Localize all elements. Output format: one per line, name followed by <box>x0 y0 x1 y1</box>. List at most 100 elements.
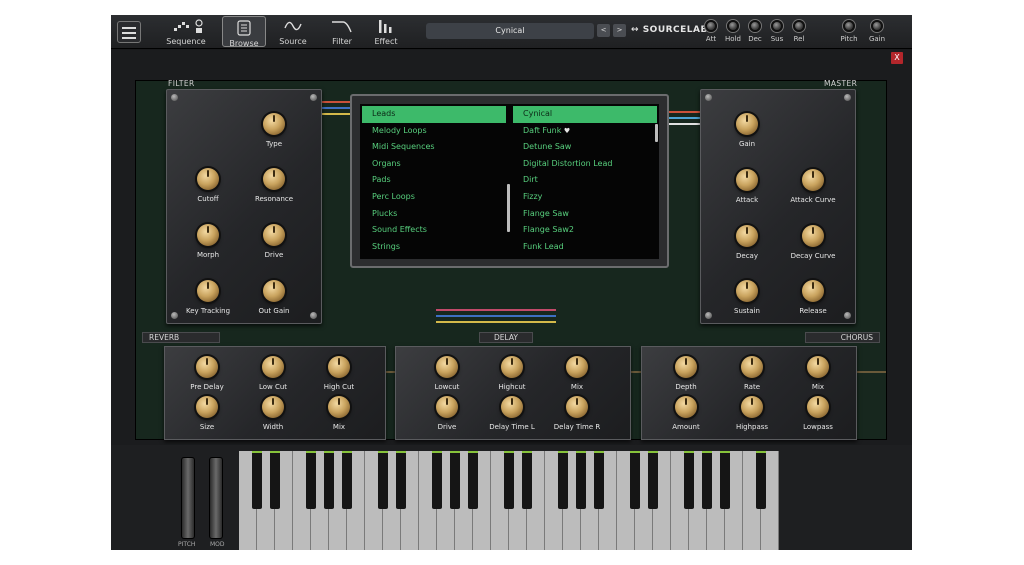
black-key[interactable] <box>396 451 406 509</box>
hold-mini-knob[interactable]: Hold <box>722 20 744 43</box>
black-key[interactable] <box>378 451 388 509</box>
chorus-mix-knob[interactable]: Mix <box>788 356 848 391</box>
category-item[interactable]: Sound Effects <box>362 222 506 239</box>
decay-knob[interactable]: Decay <box>717 225 777 260</box>
tab-effect[interactable]: Effect <box>366 15 406 49</box>
delay-lowcut-knob[interactable]: Lowcut <box>417 356 477 391</box>
black-key[interactable] <box>432 451 442 509</box>
preset-item-cynical[interactable]: Cynical <box>513 106 657 123</box>
knob-dial <box>807 396 829 418</box>
close-button[interactable]: X <box>891 52 903 64</box>
black-key[interactable] <box>504 451 514 509</box>
black-key[interactable] <box>756 451 766 509</box>
sustain-mini-knob[interactable]: Sus <box>766 20 788 43</box>
black-key[interactable] <box>270 451 280 509</box>
black-key[interactable] <box>342 451 352 509</box>
morph-knob[interactable]: Morph <box>178 224 238 259</box>
category-item[interactable]: Midi Sequences <box>362 139 506 156</box>
high-cut-knob[interactable]: High Cut <box>309 356 369 391</box>
black-key[interactable] <box>702 451 712 509</box>
low-cut-knob[interactable]: Low Cut <box>243 356 303 391</box>
black-key[interactable] <box>594 451 604 509</box>
black-key[interactable] <box>324 451 334 509</box>
attack-mini-knob[interactable]: Att <box>700 20 722 43</box>
tab-sequence[interactable]: Sequence <box>163 15 209 49</box>
release-knob[interactable]: Release <box>783 280 843 315</box>
resonance-knob[interactable]: Resonance <box>244 168 304 203</box>
preset-item[interactable]: Dirt <box>513 172 657 189</box>
rate-knob[interactable]: Rate <box>722 356 782 391</box>
preset-item[interactable]: Funk Lead <box>513 239 657 256</box>
category-item[interactable]: Pads <box>362 172 506 189</box>
black-key[interactable] <box>468 451 478 509</box>
attack-curve-knob[interactable]: Attack Curve <box>783 169 843 204</box>
prev-preset-button[interactable]: < <box>597 24 610 37</box>
category-item[interactable]: Strings <box>362 239 506 256</box>
decay-mini-knob[interactable]: Dec <box>744 20 766 43</box>
category-list: Leads Melody Loops Midi Sequences Organs… <box>362 106 506 255</box>
release-mini-knob[interactable]: Rel <box>788 20 810 43</box>
width-knob[interactable]: Width <box>243 396 303 431</box>
category-item[interactable]: Organs <box>362 156 506 173</box>
knob-label: Sustain <box>734 307 760 315</box>
next-preset-button[interactable]: > <box>613 24 626 37</box>
preset-scrollbar[interactable] <box>655 124 658 142</box>
amount-knob[interactable]: Amount <box>656 396 716 431</box>
sustain-knob[interactable]: Sustain <box>717 280 777 315</box>
tab-source-label: Source <box>279 37 307 46</box>
black-key[interactable] <box>306 451 316 509</box>
black-key[interactable] <box>522 451 532 509</box>
highpass-knob[interactable]: Highpass <box>722 396 782 431</box>
reverb-mix-knob[interactable]: Mix <box>309 396 369 431</box>
hamburger-menu-button[interactable] <box>117 21 141 43</box>
tab-filter[interactable]: Filter <box>322 15 362 49</box>
knob-label: Key Tracking <box>185 307 231 315</box>
black-key[interactable] <box>252 451 262 509</box>
decay-curve-knob[interactable]: Decay Curve <box>783 225 843 260</box>
tab-browse[interactable]: Browse <box>222 16 266 48</box>
delay-highcut-knob[interactable]: Highcut <box>482 356 542 391</box>
delay-drive-knob[interactable]: Drive <box>417 396 477 431</box>
preset-item[interactable]: Flange Saw <box>513 206 657 223</box>
master-gain-knob[interactable]: Gain <box>717 113 777 148</box>
preset-item[interactable]: Digital Distortion Lead <box>513 156 657 173</box>
lowpass-knob[interactable]: Lowpass <box>788 396 848 431</box>
preset-item[interactable]: Fizzy <box>513 189 657 206</box>
category-item[interactable]: Perc Loops <box>362 189 506 206</box>
out-gain-knob[interactable]: Out Gain <box>244 280 304 315</box>
black-key[interactable] <box>450 451 460 509</box>
key-tracking-knob[interactable]: Key Tracking <box>178 280 238 315</box>
mod-wheel[interactable] <box>209 457 223 539</box>
black-key[interactable] <box>576 451 586 509</box>
attack-knob[interactable]: Attack <box>717 169 777 204</box>
delay-time-r-knob[interactable]: Delay Time R <box>547 396 607 431</box>
tab-source[interactable]: Source <box>273 15 313 49</box>
black-key[interactable] <box>720 451 730 509</box>
black-key[interactable] <box>648 451 658 509</box>
delay-mix-knob[interactable]: Mix <box>547 356 607 391</box>
depth-knob[interactable]: Depth <box>656 356 716 391</box>
category-item-leads[interactable]: Leads <box>362 106 506 123</box>
knob-dial <box>807 356 829 378</box>
drive-knob[interactable]: Drive <box>244 224 304 259</box>
category-item[interactable]: Melody Loops <box>362 123 506 140</box>
size-knob[interactable]: Size <box>177 396 237 431</box>
type-knob[interactable]: Type <box>244 113 304 148</box>
knob-dial <box>566 356 588 378</box>
preset-item-daft-funk[interactable]: Daft Funk ♥ <box>513 123 657 140</box>
preset-item[interactable]: Detune Saw <box>513 139 657 156</box>
cutoff-knob[interactable]: Cutoff <box>178 168 238 203</box>
knob-label: Pre Delay <box>190 383 224 391</box>
category-scrollbar[interactable] <box>507 184 510 232</box>
gain-mini-knob[interactable]: Gain <box>866 20 888 43</box>
category-item[interactable]: Plucks <box>362 206 506 223</box>
delay-time-l-knob[interactable]: Delay Time L <box>482 396 542 431</box>
black-key[interactable] <box>630 451 640 509</box>
black-key[interactable] <box>684 451 694 509</box>
black-key[interactable] <box>558 451 568 509</box>
preset-item[interactable]: Flange Saw2 <box>513 222 657 239</box>
preset-name-display[interactable]: Cynical <box>426 23 594 39</box>
pitch-wheel[interactable] <box>181 457 195 539</box>
pre-delay-knob[interactable]: Pre Delay <box>177 356 237 391</box>
pitch-mini-knob[interactable]: Pitch <box>838 20 860 43</box>
